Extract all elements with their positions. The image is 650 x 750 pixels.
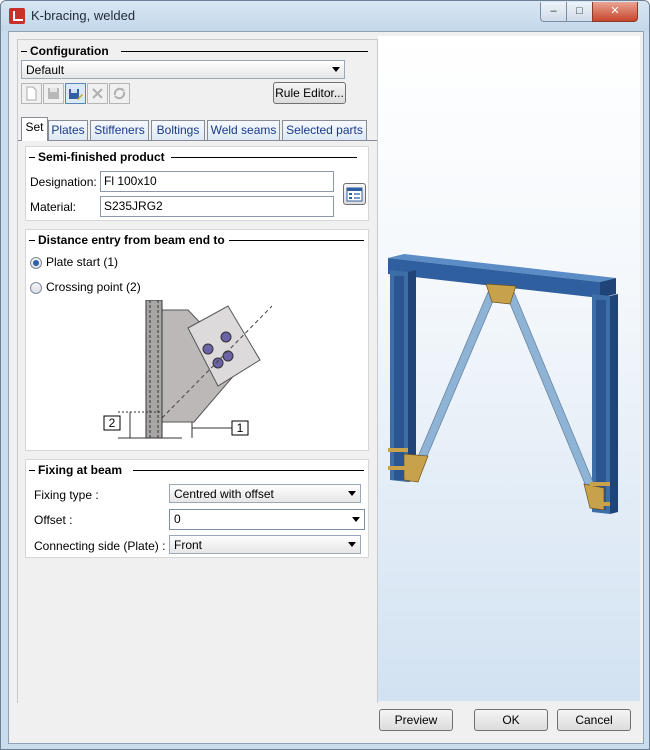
tab-plates[interactable]: Plates: [48, 120, 88, 140]
configuration-value: Default: [26, 63, 65, 77]
settings-panel: Configuration Default Rule Editor... Set…: [17, 39, 378, 703]
distance-entry-heading: Distance entry from beam end to: [38, 233, 225, 247]
bolt-icon: [212, 357, 224, 369]
connection-diagram: 2 1: [103, 300, 272, 439]
dialog-client: Configuration Default Rule Editor... Set…: [8, 31, 644, 744]
new-config-button[interactable]: [21, 83, 42, 104]
fixing-type-select[interactable]: Centred with offset: [169, 484, 361, 503]
group-dash: [29, 157, 35, 158]
group-divider: [121, 51, 368, 52]
designation-label: Designation:: [30, 175, 97, 189]
fixing-heading: Fixing at beam: [38, 463, 123, 477]
refresh-config-button[interactable]: [109, 83, 130, 104]
group-divider: [229, 240, 364, 241]
right-gusset-plate: [583, 483, 605, 511]
configuration-heading: Configuration: [30, 44, 109, 58]
title-bar[interactable]: K-bracing, welded – □ ✕: [1, 1, 649, 31]
cancel-button[interactable]: Cancel: [557, 709, 631, 731]
beam-section: [145, 300, 163, 439]
group-dash: [29, 240, 35, 241]
new-document-icon: [26, 86, 37, 101]
tab-selected-parts[interactable]: Selected parts: [282, 120, 367, 140]
bolt-icon: [202, 343, 214, 355]
marker-2: 2: [109, 416, 116, 430]
tab-weld-seams[interactable]: Weld seams: [207, 120, 280, 140]
save-as-icon: [69, 89, 83, 100]
connecting-side-label: Connecting side (Plate) :: [34, 539, 166, 553]
left-stiffener: [388, 448, 408, 452]
k-bracing-3d-model: [388, 254, 618, 514]
app-icon: [9, 8, 25, 24]
semi-finished-section: Semi-finished product Designation: Fl 10…: [25, 146, 369, 221]
maximize-button[interactable]: □: [566, 2, 593, 22]
right-brace: [505, 291, 599, 497]
group-dash: [29, 470, 35, 471]
set-tab-page: Semi-finished product Designation: Fl 10…: [18, 140, 377, 703]
connecting-side-value: Front: [174, 538, 203, 552]
save-as-config-button[interactable]: [65, 83, 86, 104]
bolt-icon: [220, 331, 232, 343]
configuration-select[interactable]: Default: [21, 60, 345, 79]
group-divider: [133, 470, 364, 471]
fixing-section: Fixing at beam Fixing type : Centred wit…: [25, 459, 369, 558]
delete-config-button[interactable]: [87, 83, 108, 104]
save-icon: [48, 88, 59, 99]
marker-1: 1: [237, 421, 244, 435]
right-column-web: [596, 300, 606, 510]
left-brace: [413, 291, 497, 469]
preview-button[interactable]: Preview: [379, 709, 453, 731]
save-config-button[interactable]: [43, 83, 64, 104]
chevron-down-icon: [332, 67, 340, 72]
chevron-down-icon: [348, 542, 356, 547]
refresh-icon: [113, 87, 126, 100]
distance-entry-section: Distance entry from beam end to Plate st…: [25, 229, 369, 451]
material-label: Material:: [30, 200, 77, 214]
plate-start-label[interactable]: Plate start (1): [46, 255, 118, 269]
offset-combo[interactable]: 0: [169, 509, 365, 530]
bolt-icon: [222, 350, 234, 362]
connecting-side-select[interactable]: Front: [169, 535, 361, 554]
delete-icon: [92, 88, 103, 99]
left-stiffener: [388, 466, 408, 470]
chevron-down-icon: [352, 517, 360, 522]
tab-set[interactable]: Set: [21, 117, 48, 141]
offset-label: Offset :: [34, 513, 73, 527]
designation-input[interactable]: Fl 100x10: [100, 171, 334, 192]
dialog-window: K-bracing, welded – □ ✕ Configuration De…: [0, 0, 650, 750]
fixing-type-value: Centred with offset: [174, 487, 274, 501]
crossing-point-radio[interactable]: [30, 282, 42, 294]
offset-value: 0: [174, 512, 181, 526]
preview-viewport[interactable]: [378, 36, 640, 701]
catalog-icon: [346, 187, 363, 202]
chevron-down-icon: [348, 491, 356, 496]
fixing-type-label: Fixing type :: [34, 488, 99, 502]
plate-start-radio[interactable]: [30, 257, 42, 269]
right-stiffener: [590, 482, 610, 486]
tab-boltings[interactable]: Boltings: [151, 120, 205, 140]
left-column-side: [408, 270, 416, 482]
ok-button[interactable]: OK: [474, 709, 548, 731]
group-dash: [21, 51, 27, 52]
tab-stiffeners[interactable]: Stiffeners: [90, 120, 149, 140]
semi-finished-heading: Semi-finished product: [38, 150, 165, 164]
window-title: K-bracing, welded: [31, 8, 136, 23]
crossing-point-label[interactable]: Crossing point (2): [46, 280, 141, 294]
catalog-button[interactable]: [343, 183, 366, 205]
close-button[interactable]: ✕: [592, 2, 638, 22]
right-column-side: [610, 294, 618, 514]
minimize-button[interactable]: –: [540, 2, 567, 22]
rule-editor-button[interactable]: Rule Editor...: [273, 82, 346, 104]
right-stiffener: [590, 502, 610, 506]
material-input[interactable]: S235JRG2: [100, 196, 334, 217]
group-divider: [171, 157, 357, 158]
